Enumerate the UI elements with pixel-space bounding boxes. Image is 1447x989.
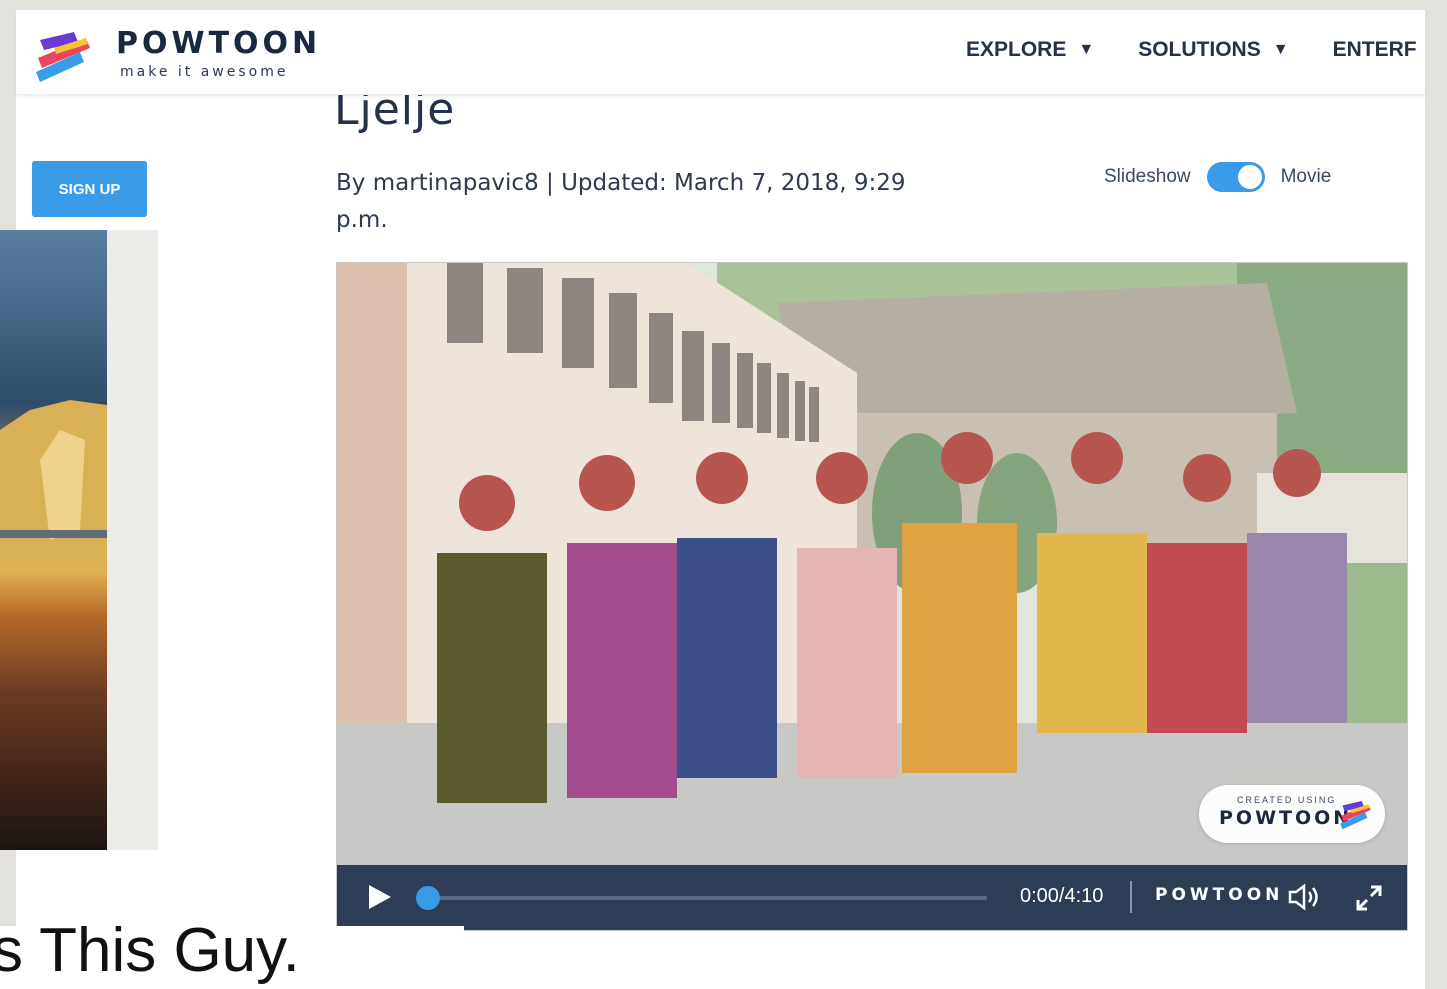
video-frame-image (337, 263, 1407, 865)
created-using-powtoon-badge[interactable]: CREATED USING POWTOON (1199, 785, 1385, 843)
video-player[interactable]: CREATED USING POWTOON 0:00/4:10 POWTOON (336, 262, 1408, 931)
movie-label: Movie (1280, 166, 1332, 187)
fullscreen-icon[interactable] (1354, 883, 1384, 913)
top-navigation-bar: POWTOON make it awesome EXPLORE ▼ SOLUTI… (16, 10, 1425, 95)
powtoon-mark-icon (36, 32, 90, 82)
caret-down-icon: ▼ (1272, 41, 1289, 58)
time-readout: 0:00/4:10 (1020, 885, 1104, 907)
surreal-landscape-image (0, 230, 107, 850)
nav-item-explore[interactable]: EXPLORE ▼ (966, 38, 1094, 62)
powtoon-mark-icon (1340, 800, 1371, 830)
controls-divider (1130, 881, 1132, 913)
progress-thumb[interactable] (416, 886, 440, 910)
sign-up-button-overlay[interactable]: SIGN UP (32, 161, 147, 217)
view-mode-toggle: Slideshow Movie (1104, 162, 1331, 192)
badge-caption: CREATED USING (1237, 795, 1337, 805)
logo-wordmark: POWTOON (116, 26, 322, 61)
slideshow-label: Slideshow (1104, 166, 1191, 187)
background-heading-text: s This Guy. (0, 916, 300, 985)
player-brand-logo[interactable]: POWTOON (1155, 885, 1283, 905)
switch-knob (1237, 165, 1262, 189)
slideshow-movie-switch[interactable] (1206, 162, 1265, 192)
badge-wordmark: POWTOON (1219, 807, 1353, 829)
nav-item-enterprise[interactable]: ENTERF (1333, 38, 1417, 62)
nav-item-label: SOLUTIONS (1138, 38, 1261, 61)
nav-item-solutions[interactable]: SOLUTIONS ▼ (1138, 38, 1288, 62)
player-controls: 0:00/4:10 POWTOON (337, 865, 1407, 930)
volume-icon[interactable] (1287, 883, 1323, 911)
background-artwork-panel (0, 230, 158, 850)
nav-item-label: EXPLORE (966, 38, 1067, 61)
caret-down-icon: ▼ (1078, 41, 1095, 58)
main-nav: EXPLORE ▼ SOLUTIONS ▼ ENTERF (966, 38, 1425, 62)
logo-tagline: make it awesome (120, 64, 289, 80)
page: POWTOON make it awesome EXPLORE ▼ SOLUTI… (16, 10, 1425, 989)
progress-track[interactable] (427, 896, 987, 900)
play-icon[interactable] (367, 883, 393, 911)
nav-item-label: ENTERF (1332, 38, 1417, 61)
byline: By martinapavic8 | Updated: March 7, 201… (336, 170, 906, 233)
